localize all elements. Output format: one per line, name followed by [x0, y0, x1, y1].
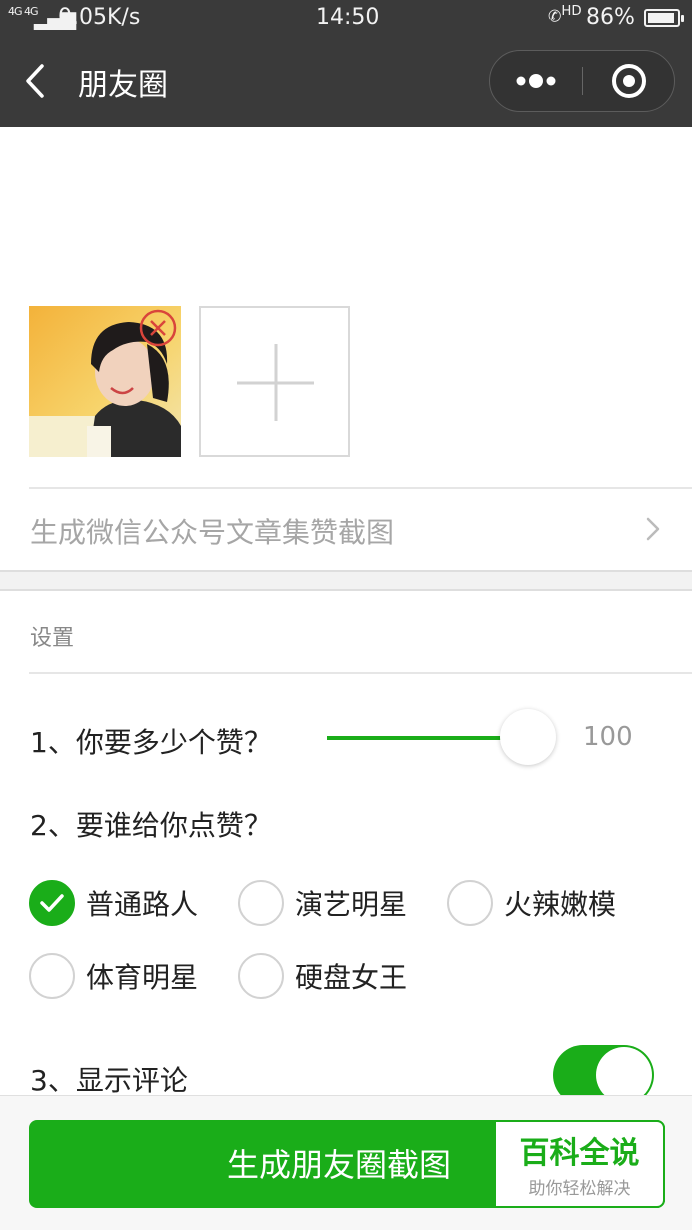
close-target-icon	[612, 64, 646, 98]
show-comments-question: 3、显示评论	[30, 1064, 188, 1097]
bottom-bar: 生成朋友圈截图 百科全说 助你轻松解决	[0, 1095, 692, 1230]
clock: 14:50	[316, 5, 380, 30]
article-screenshot-link[interactable]: 生成微信公众号文章集赞截图	[0, 488, 692, 570]
hd-call-icon: ✆HD	[548, 4, 582, 26]
radio-option[interactable]: 普通路人	[29, 879, 219, 929]
page-title: 朋友圈	[78, 68, 168, 103]
radio-label: 火辣嫩模	[504, 888, 617, 921]
battery-percent: 86%	[586, 5, 635, 30]
back-chevron-icon	[26, 64, 44, 98]
divider	[29, 672, 692, 674]
capsule-divider	[582, 67, 583, 95]
likes-slider[interactable]	[327, 709, 556, 765]
settings-header: 设置	[30, 626, 75, 651]
more-dots-icon	[516, 74, 556, 88]
slider-fill	[327, 736, 528, 740]
nav-bar: 朋友圈	[0, 36, 692, 127]
mini-program-capsule	[489, 50, 675, 112]
network-speed: 0.05K/s	[58, 5, 141, 30]
radio-circle	[238, 880, 284, 926]
radio-option[interactable]: 演艺明星	[238, 879, 428, 929]
watermark-logo: 百科全说 助你轻松解决	[494, 1120, 665, 1208]
remove-x-icon[interactable]	[138, 308, 178, 348]
more-button[interactable]	[490, 51, 582, 111]
exit-button[interactable]	[584, 51, 676, 111]
radio-label: 演艺明星	[295, 888, 408, 921]
slider-thumb[interactable]	[499, 709, 556, 765]
chevron-right-icon	[646, 517, 660, 541]
generate-screenshot-button[interactable]: 生成朋友圈截图 百科全说 助你轻松解决	[29, 1120, 665, 1208]
likes-count-question: 1、你要多少个赞？	[30, 726, 272, 759]
radio-label: 硬盘女王	[295, 961, 408, 994]
battery-icon	[644, 9, 684, 27]
radio-label: 普通路人	[86, 888, 199, 921]
likes-value: 100	[583, 722, 633, 752]
radio-circle	[447, 880, 493, 926]
back-button[interactable]	[22, 62, 56, 100]
radio-circle	[238, 953, 284, 999]
watermark-subtitle: 助你轻松解决	[528, 1179, 631, 1199]
likers-question: 2、要谁给你点赞？	[30, 809, 272, 842]
radio-option[interactable]: 火辣嫩模	[447, 879, 637, 929]
status-bar: 4G 4G ▂▄▆ 0.05K/s 14:50 ✆HD 86%	[0, 0, 692, 36]
watermark-title: 百科全说	[519, 1136, 640, 1171]
radio-option[interactable]: 硬盘女王	[238, 952, 428, 1002]
add-photo-button[interactable]	[199, 306, 350, 457]
radio-option[interactable]: 体育明星	[29, 952, 219, 1002]
section-separator	[0, 570, 692, 591]
uploaded-photo[interactable]	[29, 306, 181, 457]
radio-circle	[29, 880, 75, 926]
article-link-label: 生成微信公众号文章集赞截图	[30, 516, 395, 549]
generate-button-label: 生成朋友圈截图	[227, 1146, 452, 1184]
radio-label: 体育明星	[86, 961, 199, 994]
radio-circle	[29, 953, 75, 999]
plus-icon	[237, 344, 314, 421]
checkmark-icon	[40, 894, 64, 912]
